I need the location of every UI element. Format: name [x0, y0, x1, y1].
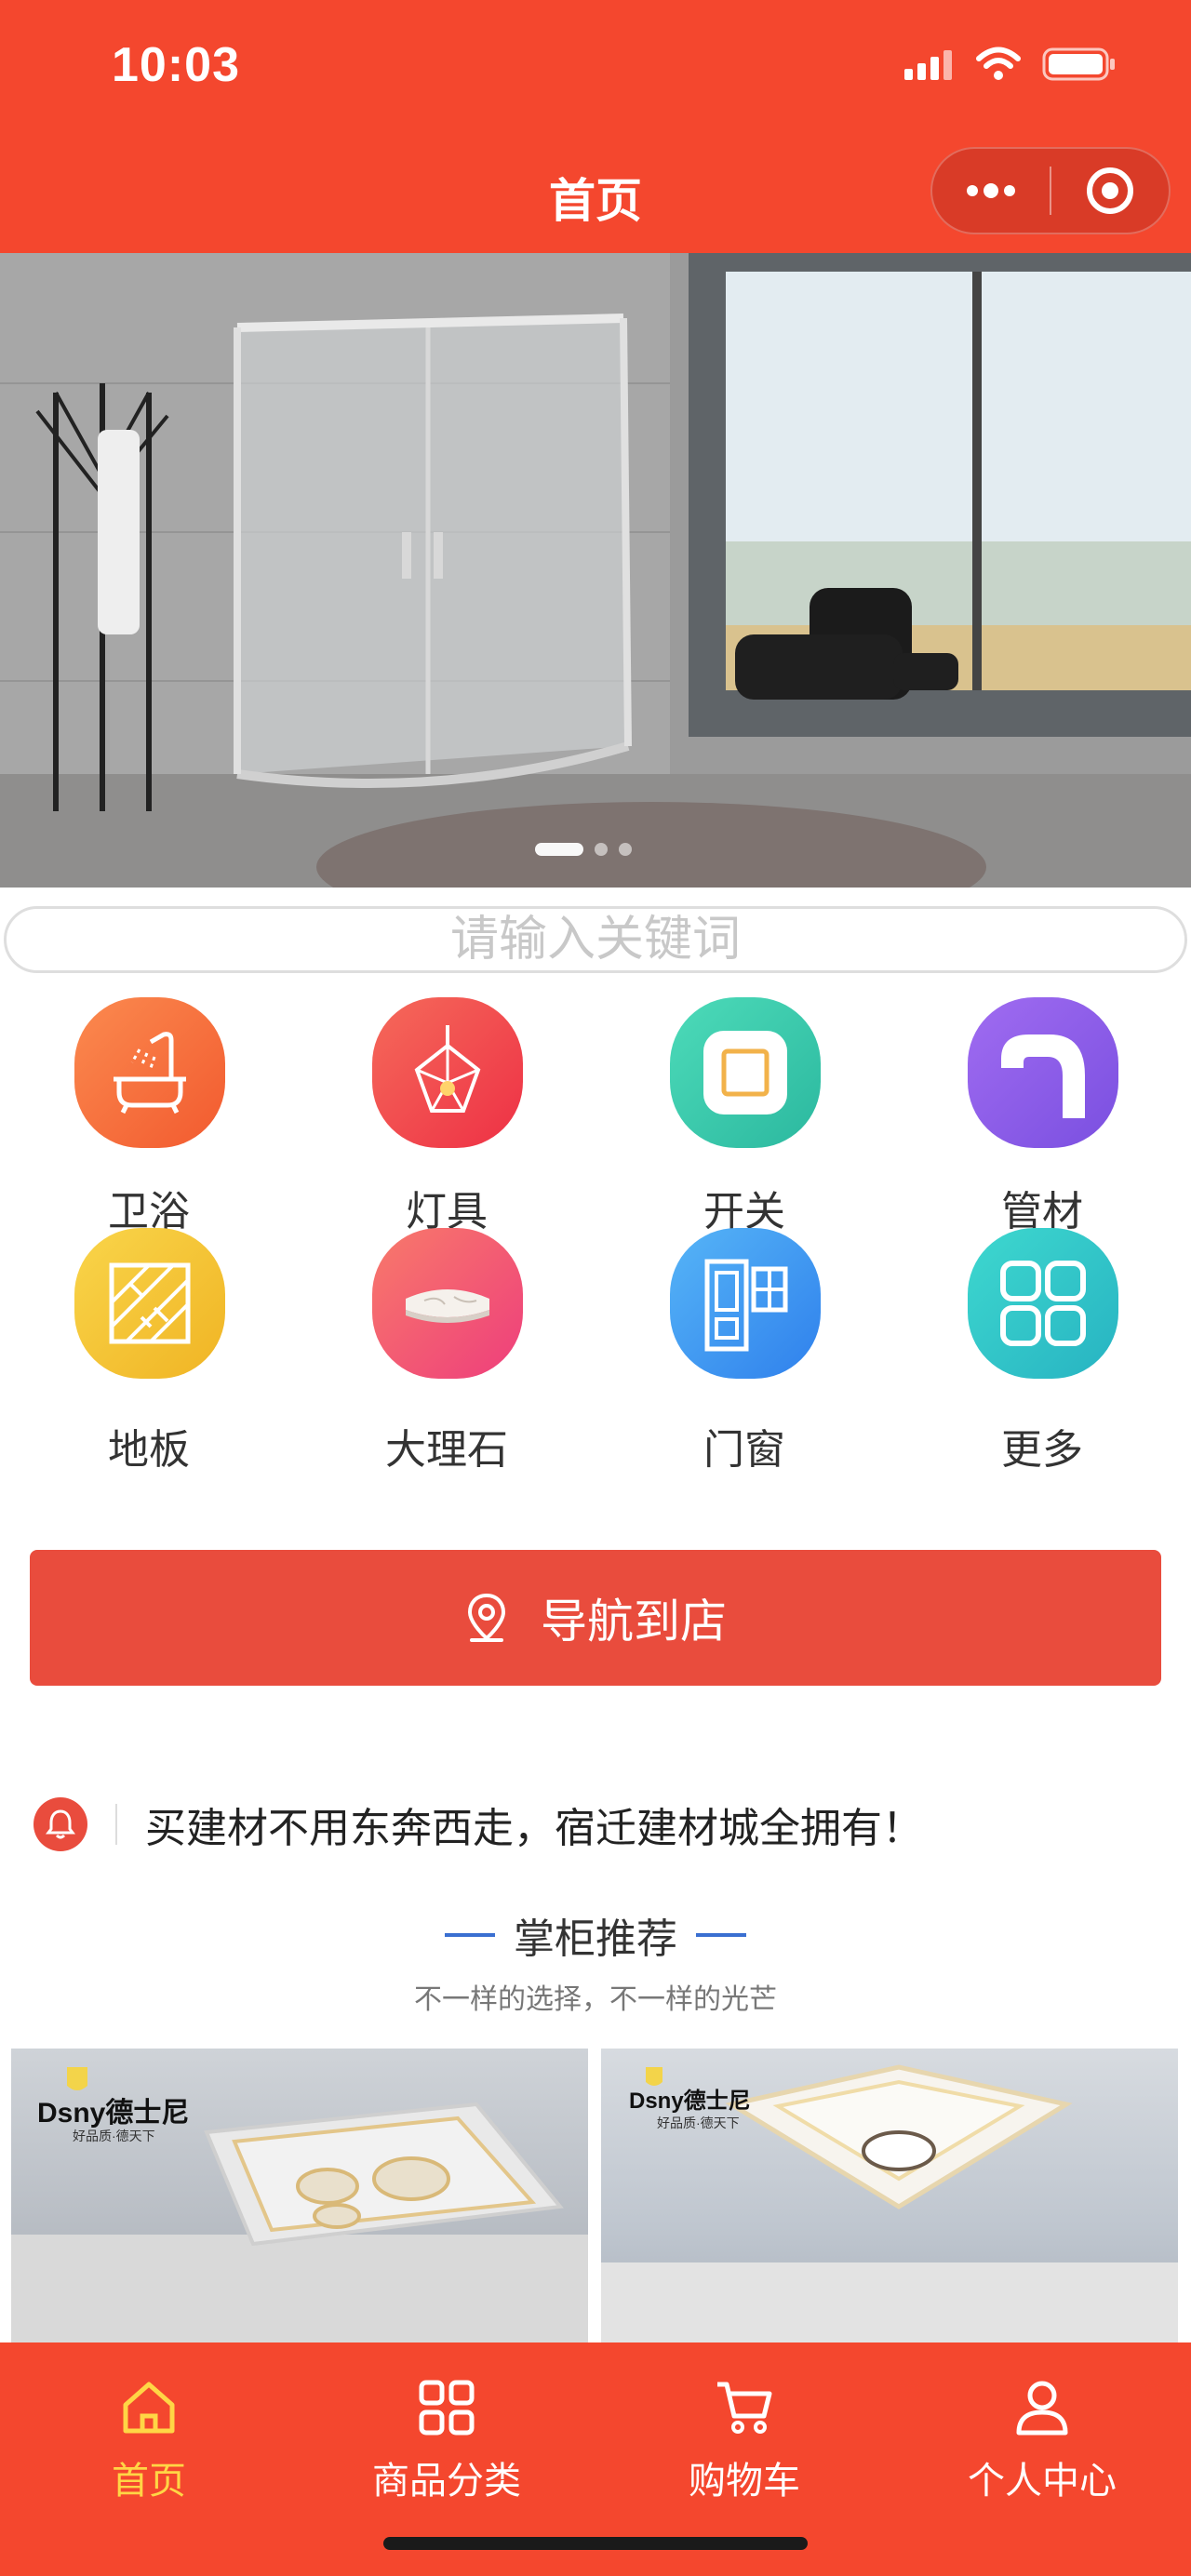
more-dots-icon [967, 183, 1015, 198]
top-header: 10:03 首页 [0, 0, 1191, 253]
floor-icon [74, 1228, 225, 1379]
category-label: 地板 [108, 1427, 190, 1473]
notice-divider [115, 1804, 117, 1845]
bathtub-icon [74, 997, 225, 1148]
door-window-icon [670, 1228, 821, 1379]
grid-more-icon [968, 1228, 1118, 1379]
category-icon [298, 2370, 596, 2445]
pipe-icon [968, 997, 1118, 1148]
bell-icon [33, 1797, 87, 1851]
notice-bar[interactable]: 买建材不用东奔西走，宿迁建材城全拥有！ [33, 1794, 1169, 1855]
product-brand: Dsny德士尼 [629, 2089, 751, 2114]
category-marble[interactable]: 大理石 [298, 1228, 596, 1473]
marble-icon [372, 1228, 523, 1379]
tab-label: 个人中心 [968, 2461, 1117, 2502]
banner-carousel[interactable] [0, 253, 1191, 888]
tab-home[interactable]: 首页 [0, 2370, 298, 2502]
banner-dot[interactable] [619, 843, 632, 856]
switch-icon [670, 997, 821, 1148]
more-button[interactable] [932, 149, 1050, 233]
category-label: 门窗 [703, 1427, 785, 1473]
tab-cart[interactable]: 购物车 [596, 2370, 893, 2502]
tab-label: 首页 [112, 2461, 186, 2502]
product-card[interactable]: Dsny德士尼 好品质·德天下 [601, 2049, 1178, 2346]
cart-icon [596, 2370, 893, 2445]
tab-profile[interactable]: 个人中心 [893, 2370, 1191, 2502]
banner-dot[interactable] [535, 843, 583, 856]
section-subtitle: 不一样的选择，不一样的光芒 [414, 1984, 777, 2015]
status-time: 10:03 [112, 38, 240, 92]
title-decoration [445, 1933, 495, 1937]
section-title: 掌柜推荐 [0, 1905, 1191, 1965]
product-slogan: 好品质·德天下 [657, 2116, 740, 2130]
category-floor[interactable]: 地板 [0, 1228, 298, 1473]
category-label: 大理石 [385, 1427, 508, 1473]
category-lamp[interactable]: 灯具 [298, 995, 596, 1235]
home-indicator [383, 2537, 808, 2550]
product-card[interactable]: Dsny德士尼 好品质·德天下 [11, 2049, 588, 2346]
category-bath[interactable]: 卫浴 [0, 995, 298, 1235]
notice-text: 买建材不用东奔西走，宿迁建材城全拥有！ [145, 1806, 923, 1851]
category-door-window[interactable]: 门窗 [596, 1228, 893, 1473]
product-slogan: 好品质·德天下 [73, 2129, 155, 2143]
title-decoration [696, 1933, 746, 1937]
battery-icon [1042, 47, 1115, 81]
wifi-icon [976, 47, 1021, 80]
tab-category[interactable]: 商品分类 [298, 2370, 596, 2502]
status-icons [904, 47, 1117, 82]
home-icon [0, 2370, 298, 2445]
navigate-label: 导航到店 [541, 1595, 727, 1648]
chandelier-icon [372, 997, 523, 1148]
banner-dot[interactable] [595, 843, 608, 856]
banner-indicator [535, 843, 632, 856]
banner-image [0, 253, 1191, 888]
user-icon [893, 2370, 1191, 2445]
location-pin-icon [467, 1593, 506, 1642]
close-miniprogram-button[interactable] [1051, 149, 1169, 233]
category-pipe[interactable]: 管材 [893, 995, 1191, 1235]
category-label: 更多 [1001, 1427, 1083, 1473]
product-brand: Dsny德士尼 [37, 2098, 190, 2129]
navigate-to-store-button[interactable]: 导航到店 [30, 1550, 1161, 1686]
search-input[interactable]: 请输入关键词 [4, 906, 1187, 973]
tab-label: 购物车 [689, 2461, 800, 2502]
section-title-text: 掌柜推荐 [514, 1916, 677, 1962]
target-icon [1086, 167, 1133, 214]
category-more[interactable]: 更多 [893, 1228, 1191, 1473]
miniprogram-capsule [930, 147, 1171, 234]
category-switch[interactable]: 开关 [596, 995, 893, 1235]
signal-icon [904, 50, 952, 80]
tab-label: 商品分类 [372, 2461, 521, 2502]
